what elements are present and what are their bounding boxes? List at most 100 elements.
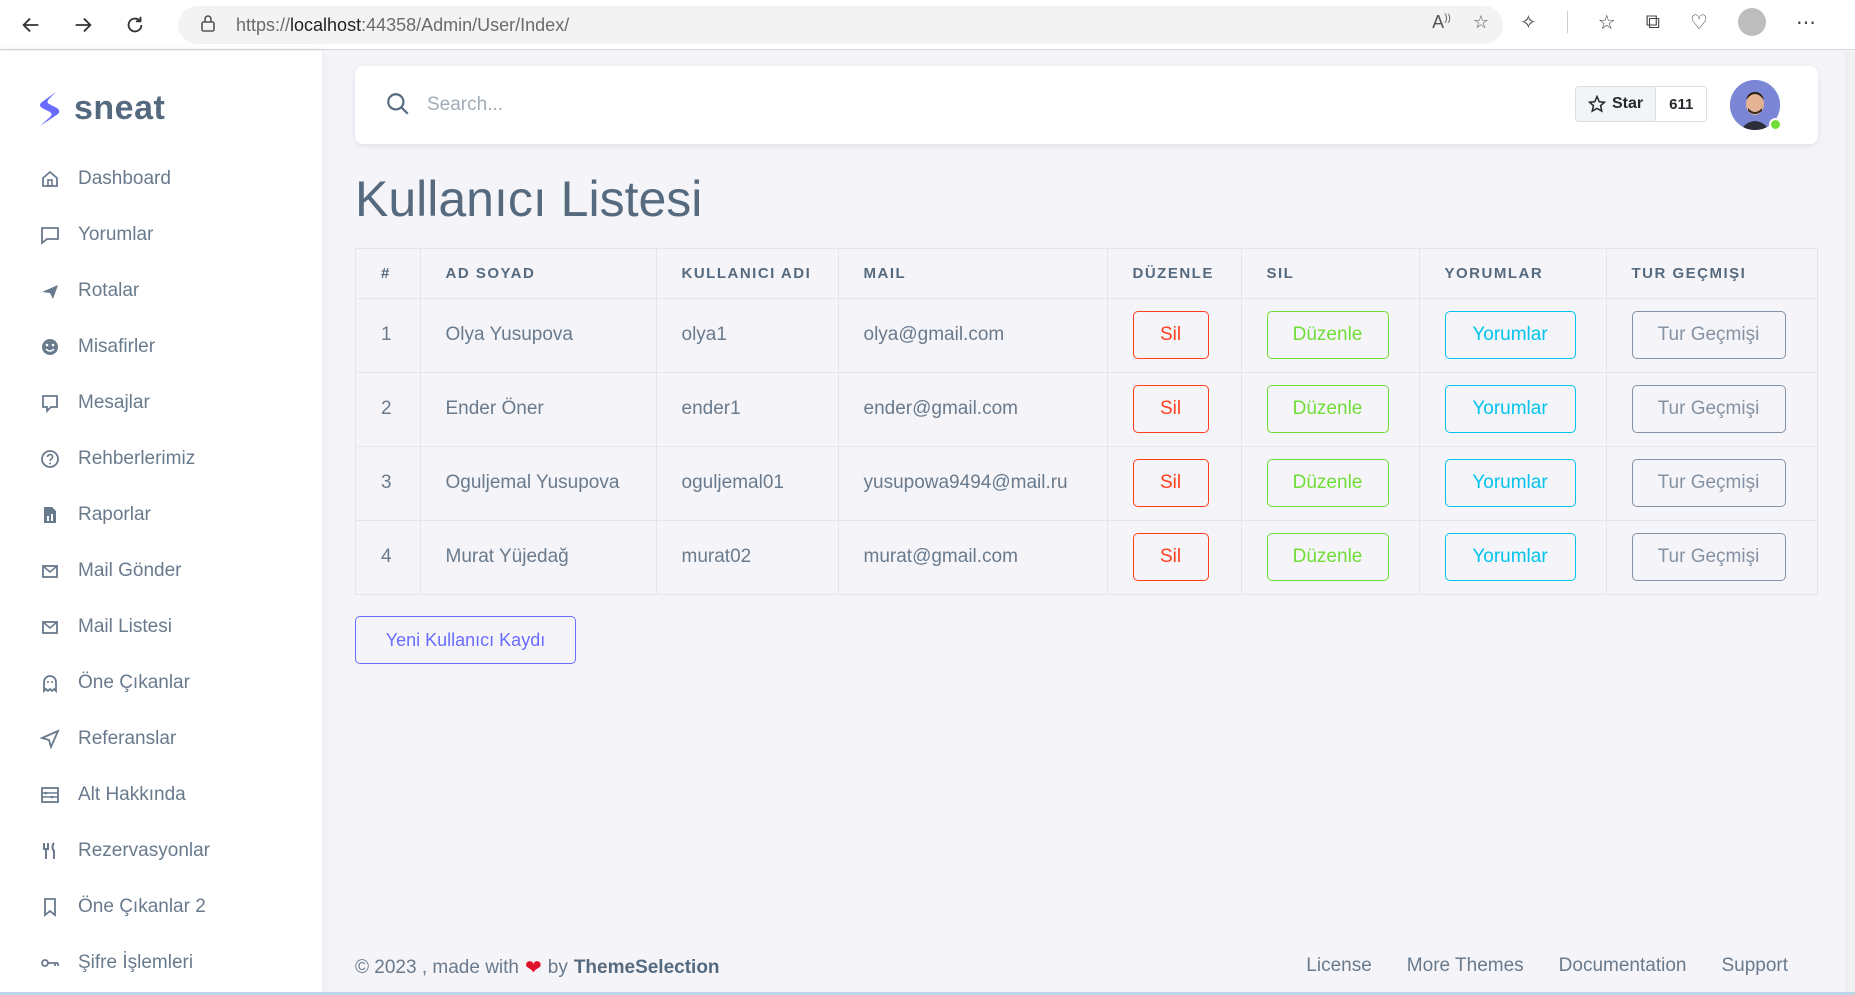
cell-name: Ender Öner bbox=[420, 372, 657, 447]
favorites-icon[interactable]: ☆ bbox=[1598, 10, 1616, 35]
sidebar-item-rehberlerimiz[interactable]: Rehberlerimiz bbox=[0, 431, 322, 487]
sidebar-item-rotalar[interactable]: Rotalar bbox=[0, 263, 322, 319]
delete-button[interactable]: Sil bbox=[1132, 533, 1209, 582]
table-row: 4 Murat Yüjedağ murat02 murat@gmail.com … bbox=[356, 520, 1817, 594]
sidebar-item-alt-hakkinda[interactable]: Alt Hakkında bbox=[0, 767, 322, 823]
users-table: # AD SOYAD KULLANICI ADI MAIL DÜZENLE SI… bbox=[355, 248, 1818, 595]
brand-name: sneat bbox=[74, 89, 166, 127]
footer: © 2023 , made with ❤ by ThemeSelection L… bbox=[355, 955, 1818, 980]
profile-icon[interactable] bbox=[1737, 8, 1766, 36]
mail-list-icon bbox=[38, 615, 62, 639]
sidebar-item-label: Mesajlar bbox=[78, 392, 150, 413]
restaurant-icon bbox=[38, 839, 62, 863]
cell-username: oguljemal01 bbox=[656, 446, 839, 521]
sidebar-item-mail-gonder[interactable]: Mail Gönder bbox=[0, 543, 322, 599]
column-header-username: KULLANICI ADI bbox=[656, 249, 839, 299]
sidebar-item-label: Rotalar bbox=[78, 280, 140, 301]
star-icon bbox=[1588, 95, 1606, 113]
star-part[interactable]: Star bbox=[1576, 87, 1657, 121]
delete-button[interactable]: Sil bbox=[1132, 311, 1209, 359]
sidebar-item-label: Rehberlerimiz bbox=[78, 448, 196, 469]
extensions-icon[interactable]: ✧ bbox=[1520, 10, 1537, 35]
read-aloud-icon[interactable]: A)) bbox=[1432, 12, 1451, 33]
edit-button[interactable]: Düzenle bbox=[1266, 385, 1389, 433]
edit-button[interactable]: Düzenle bbox=[1266, 533, 1389, 582]
sidebar-item-raporlar[interactable]: Raporlar bbox=[0, 487, 322, 543]
mail-send-icon bbox=[38, 559, 62, 583]
sidebar-item-rezervasyonlar[interactable]: Rezervasyonlar bbox=[0, 823, 322, 879]
tour-history-button[interactable]: Tur Geçmişi bbox=[1631, 533, 1786, 582]
cell-number: 2 bbox=[356, 372, 421, 447]
collections-icon[interactable]: ⧉ bbox=[1646, 11, 1660, 34]
sidebar-item-label: Rezervasyonlar bbox=[78, 840, 210, 861]
footer-link-documentation[interactable]: Documentation bbox=[1559, 955, 1687, 977]
add-favorite-icon[interactable]: ☆ bbox=[1473, 12, 1489, 33]
star-label: Star bbox=[1612, 95, 1644, 112]
sidebar-item-sifre-islemleri[interactable]: Şifre İşlemleri bbox=[0, 935, 322, 991]
table-header-row: # AD SOYAD KULLANICI ADI MAIL DÜZENLE SI… bbox=[356, 249, 1817, 299]
edit-button[interactable]: Düzenle bbox=[1266, 311, 1389, 359]
comments-button[interactable]: Yorumlar bbox=[1444, 459, 1576, 507]
address-bar[interactable]: https://localhost:44358/Admin/User/Index… bbox=[178, 6, 1503, 44]
footer-links: License More Themes Documentation Suppor… bbox=[1306, 955, 1788, 977]
sidebar-item-label: Yorumlar bbox=[78, 224, 154, 245]
cell-number: 4 bbox=[356, 520, 421, 594]
sidebar-item-one-cikanlar[interactable]: Öne Çıkanlar bbox=[0, 655, 322, 711]
forward-icon[interactable] bbox=[60, 5, 106, 45]
comments-button[interactable]: Yorumlar bbox=[1444, 311, 1576, 359]
back-icon[interactable] bbox=[8, 5, 54, 45]
column-header-edit: DÜZENLE bbox=[1107, 249, 1242, 299]
column-header-mail: MAIL bbox=[838, 249, 1108, 299]
sidebar: sneat Dashboard Yorumlar Rotalar Misafir… bbox=[0, 51, 322, 995]
github-star-button[interactable]: Star 611 bbox=[1575, 86, 1708, 122]
comments-button[interactable]: Yorumlar bbox=[1444, 385, 1576, 433]
sidebar-item-label: Mail Listesi bbox=[78, 616, 172, 637]
sidebar-item-one-cikanlar-2[interactable]: Öne Çıkanlar 2 bbox=[0, 879, 322, 935]
sidebar-item-misafirler[interactable]: Misafirler bbox=[0, 319, 322, 375]
comments-button[interactable]: Yorumlar bbox=[1444, 533, 1576, 582]
edit-button[interactable]: Düzenle bbox=[1266, 459, 1389, 507]
sidebar-item-label: Dashboard bbox=[78, 168, 171, 189]
cell-mail: murat@gmail.com bbox=[838, 520, 1108, 594]
table-row: 2 Ender Öner ender1 ender@gmail.com Sil … bbox=[356, 372, 1817, 447]
tour-history-button[interactable]: Tur Geçmişi bbox=[1631, 385, 1786, 433]
reload-icon[interactable] bbox=[112, 5, 158, 45]
sidebar-item-mail-listesi[interactable]: Mail Listesi bbox=[0, 599, 322, 655]
smile-icon bbox=[38, 335, 62, 359]
sidebar-item-label: Şifre İşlemleri bbox=[78, 952, 194, 973]
footer-by: by bbox=[547, 956, 568, 978]
sidebar-item-referanslar[interactable]: Referanslar bbox=[0, 711, 322, 767]
abacus-icon bbox=[38, 783, 62, 807]
cell-name: Oguljemal Yusupova bbox=[420, 446, 657, 521]
column-header-comments: YORUMLAR bbox=[1419, 249, 1607, 299]
delete-button[interactable]: Sil bbox=[1132, 385, 1209, 433]
new-user-button[interactable]: Yeni Kullanıcı Kaydı bbox=[355, 616, 576, 664]
column-header-delete: SIL bbox=[1241, 249, 1420, 299]
tour-history-button[interactable]: Tur Geçmişi bbox=[1631, 311, 1786, 359]
cell-username: olya1 bbox=[656, 298, 839, 373]
sidebar-item-yorumlar[interactable]: Yorumlar bbox=[0, 207, 322, 263]
sidebar-item-mesajlar[interactable]: Mesajlar bbox=[0, 375, 322, 431]
performance-icon[interactable]: ♡ bbox=[1690, 10, 1708, 35]
report-icon bbox=[38, 503, 62, 527]
search-icon bbox=[385, 91, 411, 122]
page-title: Kullanıcı Listesi bbox=[355, 171, 703, 227]
more-menu-icon[interactable]: ⋯ bbox=[1796, 10, 1816, 35]
brand-logo[interactable]: sneat bbox=[36, 89, 165, 128]
footer-brand-link[interactable]: ThemeSelection bbox=[574, 957, 720, 979]
page-scrollbar[interactable] bbox=[1845, 51, 1855, 995]
footer-link-more-themes[interactable]: More Themes bbox=[1407, 955, 1524, 977]
cell-name: Olya Yusupova bbox=[420, 298, 657, 373]
tour-history-button[interactable]: Tur Geçmişi bbox=[1631, 459, 1786, 507]
sidebar-item-dashboard[interactable]: Dashboard bbox=[0, 151, 322, 207]
footer-link-license[interactable]: License bbox=[1306, 955, 1372, 977]
send-icon bbox=[38, 727, 62, 751]
star-count[interactable]: 611 bbox=[1656, 87, 1707, 121]
column-header-name: AD SOYAD bbox=[420, 249, 657, 299]
search-input[interactable] bbox=[427, 88, 1127, 122]
footer-link-support[interactable]: Support bbox=[1721, 955, 1788, 977]
delete-button[interactable]: Sil bbox=[1132, 459, 1209, 507]
sidebar-item-label: Mail Gönder bbox=[78, 560, 182, 581]
column-header-number: # bbox=[356, 249, 421, 299]
message-icon bbox=[38, 391, 62, 415]
